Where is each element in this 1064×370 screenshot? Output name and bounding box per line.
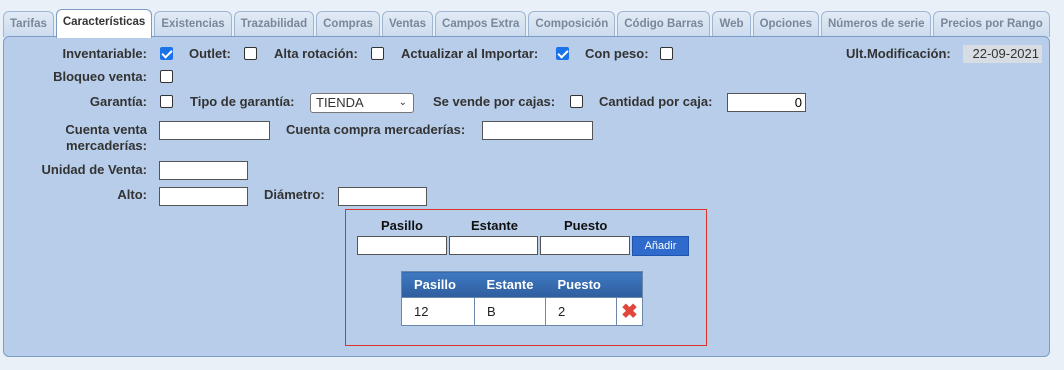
estante-input[interactable] [449,236,538,255]
table-header-estante: Estante [474,271,546,298]
location-box: Pasillo Estante Puesto Añadir Pasillo Es… [345,209,707,346]
characteristics-panel: Inventariable: Outlet: Alta rotación: Ac… [3,36,1050,357]
unidad-venta-label: Unidad de Venta: [41,162,147,177]
cuenta-compra-input[interactable] [482,121,593,140]
tab-codigo-barras[interactable]: Código Barras [617,11,711,37]
tab-composicion[interactable]: Composición [528,11,616,37]
se-vende-cajas-label: Se vende por cajas: [433,94,556,109]
puesto-header: Puesto [564,218,608,233]
se-vende-cajas-checkbox[interactable] [570,95,583,108]
diametro-input[interactable] [338,187,427,206]
tipo-garantia-select[interactable]: TIENDA ⌄ [310,93,414,113]
unidad-venta-input[interactable] [159,161,248,180]
diametro-label: Diámetro: [264,187,325,202]
table-row: 12 B 2 ✖ [401,297,643,326]
tab-opciones[interactable]: Opciones [752,11,819,37]
table-header-pasillo: Pasillo [401,271,475,298]
cell-delete: ✖ [616,297,643,326]
outlet-label: Outlet: [189,46,231,61]
cell-estante: B [474,297,546,326]
alta-rotacion-checkbox[interactable] [371,47,384,60]
ult-modificacion-label: Ult.Modificación: [846,46,951,61]
tab-caracteristicas[interactable]: Características [55,9,153,38]
pasillo-header: Pasillo [381,218,423,233]
cell-pasillo: 12 [401,297,475,326]
tab-tarifas[interactable]: Tarifas [3,11,54,37]
cuenta-compra-label: Cuenta compra mercaderías: [286,122,466,137]
tab-web[interactable]: Web [712,11,751,37]
tab-compras[interactable]: Compras [316,11,380,37]
tab-ventas[interactable]: Ventas [381,11,434,37]
outlet-checkbox[interactable] [244,47,257,60]
pasillo-input[interactable] [357,236,447,255]
tab-numeros-serie[interactable]: Números de serie [820,11,932,37]
con-peso-checkbox[interactable] [660,47,673,60]
tipo-garantia-value: TIENDA [316,95,364,110]
alto-label: Alto: [117,187,147,202]
bloqueo-venta-checkbox[interactable] [160,70,173,83]
cantidad-caja-label: Cantidad por caja: [599,94,713,109]
table-header-row: Pasillo Estante Puesto [401,271,643,298]
actualizar-importar-checkbox[interactable] [556,47,569,60]
ult-modificacion-value: 22-09-2021 [963,45,1042,63]
actualizar-importar-label: Actualizar al Importar: [401,46,539,61]
estante-header: Estante [471,218,518,233]
puesto-input[interactable] [540,236,630,255]
cuenta-venta-label-line2: mercaderías: [66,138,147,153]
cuenta-venta-label: Cuenta venta mercaderías: [65,122,147,154]
table-header-actions [616,271,643,298]
cantidad-caja-input[interactable] [727,93,806,112]
tab-trazabilidad[interactable]: Trazabilidad [233,11,315,37]
tab-precios-rango[interactable]: Precios por Rango [933,11,1050,37]
close-x-icon[interactable]: ✖ [621,301,638,323]
tab-bar: Tarifas Características Existencias Traz… [3,9,1052,38]
bloqueo-venta-label: Bloqueo venta: [53,69,147,84]
inventariable-label: Inventariable: [62,46,147,61]
cuenta-venta-input[interactable] [159,121,270,140]
tab-existencias[interactable]: Existencias [154,11,232,37]
alto-input[interactable] [159,187,248,206]
location-table: Pasillo Estante Puesto 12 B 2 ✖ [401,271,643,326]
alta-rotacion-label: Alta rotación: [274,46,358,61]
cell-puesto: 2 [545,297,617,326]
con-peso-label: Con peso: [585,46,649,61]
chevron-down-icon: ⌄ [398,97,407,108]
tab-campos-extra[interactable]: Campos Extra [435,11,527,37]
table-header-puesto: Puesto [545,271,617,298]
tipo-garantia-label: Tipo de garantía: [190,94,295,109]
add-location-button[interactable]: Añadir [632,236,689,256]
cuenta-venta-label-line1: Cuenta venta [65,122,147,137]
garantia-label: Garantía: [89,94,147,109]
garantia-checkbox[interactable] [160,95,173,108]
inventariable-checkbox[interactable] [160,47,173,60]
